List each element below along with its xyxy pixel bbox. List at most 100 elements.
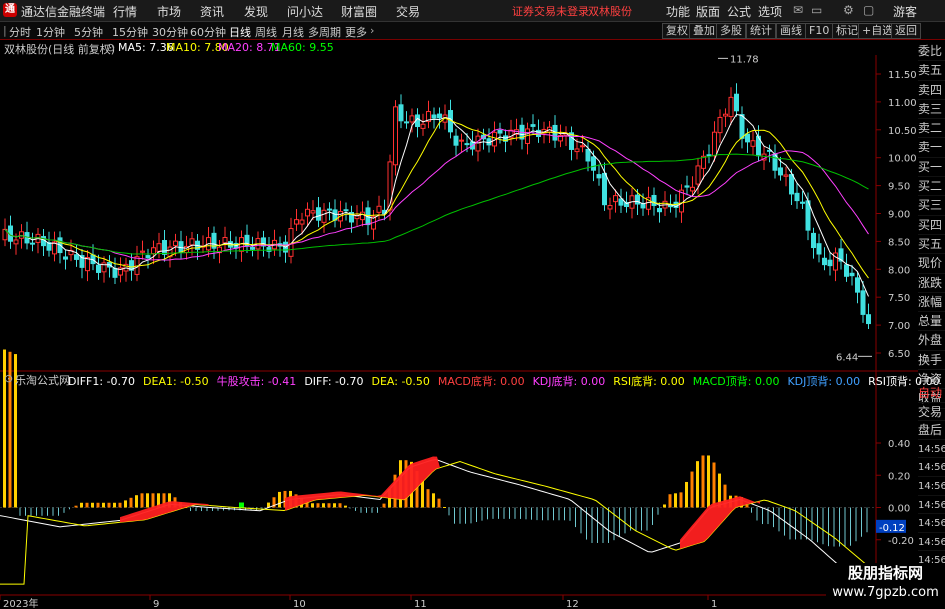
- candle-body: [811, 232, 816, 249]
- candle-body: [327, 208, 332, 211]
- candle-body: [728, 96, 734, 118]
- menu-formula[interactable]: 公式: [727, 3, 751, 20]
- macd-bar: [564, 507, 565, 521]
- macd-bar: [844, 507, 846, 547]
- time-axis-label: 12: [566, 599, 579, 609]
- side-label: 外盘: [918, 331, 945, 351]
- period-tab[interactable]: 多周期: [308, 24, 341, 40]
- period-tab[interactable]: 15分钟: [112, 24, 148, 40]
- menu-layout[interactable]: 版面: [696, 3, 720, 20]
- menu-news[interactable]: 资讯: [200, 3, 224, 20]
- candle-body: [437, 113, 442, 119]
- settings-icon[interactable]: ⚙: [843, 3, 854, 17]
- candle-body: [316, 207, 321, 221]
- kline-chart[interactable]: 11.5011.0010.5010.009.509.008.508.007.50…: [0, 40, 918, 609]
- btn-overlay[interactable]: 叠加: [689, 23, 719, 39]
- indicator-value: 牛股攻击: -0.41: [216, 375, 297, 388]
- side-label-lower: 自动: [918, 384, 945, 403]
- candle-body: [173, 240, 178, 247]
- btn-back[interactable]: 返回: [891, 23, 921, 39]
- time-axis-label: 1: [711, 599, 717, 609]
- candle-body: [321, 209, 327, 223]
- macd-bar: [817, 507, 818, 543]
- macd-bar: [151, 493, 155, 508]
- period-tab[interactable]: 60分钟: [190, 24, 226, 40]
- side-label: 总量: [918, 312, 945, 332]
- indicator-value: KDJ底背: 0.00: [532, 375, 606, 388]
- period-tab[interactable]: 分时: [9, 24, 31, 40]
- macd-bar: [855, 507, 857, 542]
- macd-bar: [685, 481, 688, 508]
- indicator-title: 乐淘公式网: [15, 374, 70, 387]
- menu-ask[interactable]: 问小达: [287, 3, 323, 20]
- user-label[interactable]: 游客: [893, 3, 917, 20]
- macd-bar: [503, 507, 505, 519]
- candle-body: [74, 254, 79, 260]
- minimize-icon[interactable]: ▭: [811, 3, 822, 17]
- candle-body: [591, 156, 596, 171]
- side-label: 涨跌: [918, 274, 945, 293]
- macd-bar: [107, 502, 111, 508]
- side-label: 换手: [918, 351, 945, 371]
- candle-body: [690, 186, 695, 192]
- macd-bar: [316, 503, 320, 508]
- menu-function[interactable]: 功能: [666, 3, 690, 20]
- btn-f10[interactable]: F10: [805, 23, 834, 39]
- menu-quotes[interactable]: 行情: [113, 3, 137, 20]
- macd-bar: [190, 507, 191, 512]
- period-tab-more[interactable]: 更多: [345, 24, 367, 40]
- macd-bar: [641, 507, 642, 531]
- candle-body: [294, 219, 299, 225]
- price-axis-label: 9.50: [888, 182, 910, 193]
- macd-bar: [278, 491, 281, 508]
- macd-bar: [839, 507, 840, 547]
- window-icon[interactable]: ▢: [863, 3, 874, 17]
- btn-draw[interactable]: 画线: [776, 23, 806, 39]
- chevron-right-icon[interactable]: ›: [370, 24, 374, 37]
- candle-body: [431, 114, 437, 119]
- menu-market[interactable]: 市场: [157, 3, 181, 20]
- indicator-value: DIFF: -0.70: [304, 375, 364, 388]
- period-tab[interactable]: 5分钟: [74, 24, 103, 40]
- candle-body: [723, 113, 728, 117]
- period-tab[interactable]: 周线: [255, 24, 277, 40]
- macd-bar: [25, 507, 26, 516]
- btn-stats[interactable]: 统计: [746, 23, 776, 39]
- menu-wealth[interactable]: 财富圈: [341, 3, 377, 20]
- period-tab[interactable]: 30分钟: [152, 24, 188, 40]
- macd-bar: [674, 493, 677, 508]
- quote-side-panel: 委比 卖五 卖四 卖三 卖二 卖一 买一 买二 买三 买四 买五 现价 涨跌 涨幅 总量 外盘 换手 净资 收益: [918, 42, 945, 409]
- period-tab[interactable]: 1分钟: [36, 24, 65, 40]
- candle-body: [305, 208, 310, 217]
- time-axis-label: 10: [293, 599, 306, 609]
- candle-body: [816, 243, 822, 255]
- macd-bar: [536, 507, 538, 521]
- period-tab-active[interactable]: 日线: [229, 24, 251, 40]
- btn-adjust[interactable]: 复权: [662, 23, 692, 39]
- candle-body: [860, 290, 866, 315]
- login-warning[interactable]: 证券交易未登录: [512, 3, 589, 19]
- indicator-dropdown-icon[interactable]: ⊙: [4, 372, 13, 385]
- stock-name: 双林股份: [588, 5, 632, 18]
- mail-icon[interactable]: ✉: [793, 3, 803, 17]
- side-label: 委比: [918, 42, 945, 62]
- macd-bar: [201, 507, 202, 512]
- menu-trade[interactable]: 交易: [396, 3, 420, 20]
- macd-bar: [36, 507, 37, 516]
- candle-body: [613, 195, 618, 203]
- candle-body: [602, 172, 607, 206]
- period-tab[interactable]: 月线: [282, 24, 304, 40]
- btn-multi[interactable]: 多股: [716, 23, 746, 39]
- sidebar-toggle-icon[interactable]: |: [3, 24, 7, 37]
- candle-body: [376, 205, 382, 213]
- menu-options[interactable]: 选项: [758, 3, 782, 20]
- candle-body: [530, 124, 536, 127]
- candle-body: [585, 148, 591, 162]
- macd-bar: [619, 507, 620, 537]
- macd-bar: [129, 497, 133, 508]
- watermark: 股朋指标网 www.7gpzb.com: [826, 563, 945, 609]
- macd-bar: [498, 507, 499, 519]
- menu-discover[interactable]: 发现: [244, 3, 268, 20]
- macd-bar: [795, 507, 796, 540]
- macd-bar: [338, 503, 342, 508]
